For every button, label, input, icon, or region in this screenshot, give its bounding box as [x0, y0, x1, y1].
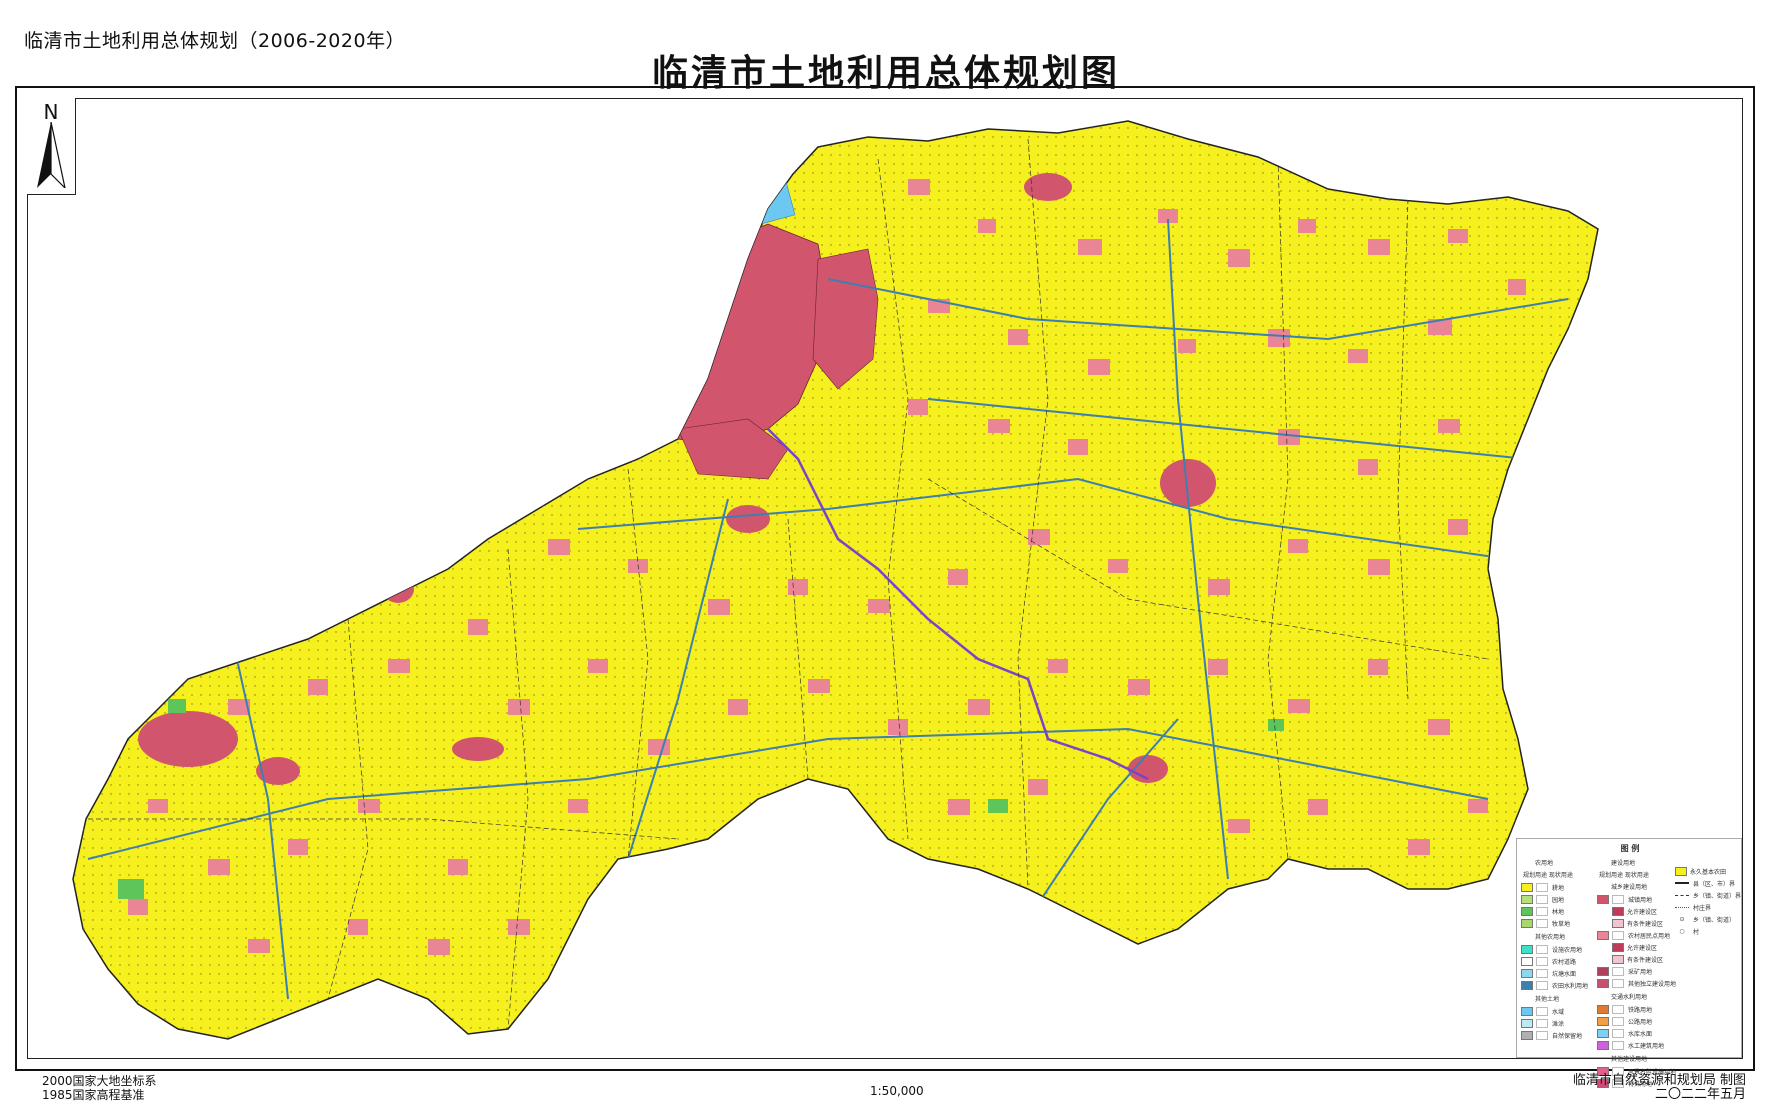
legend-build-col-header: 规划用途 现状用途 [1599, 872, 1649, 879]
legend-item-hydraulic: 水工建筑用地 [1597, 1039, 1673, 1051]
town-central[interactable] [726, 505, 770, 533]
legend-item-village: 农村居民点用地 [1597, 929, 1673, 941]
north-arrow: N [27, 98, 76, 195]
legend-item-highway: 公路用地 [1597, 1015, 1673, 1027]
legend-item-cultivated: 耕地 [1521, 881, 1597, 893]
production-date: 二〇二二年五月 [1654, 1087, 1746, 1102]
legend-item-garden: 园地 [1521, 893, 1597, 905]
north-label: N [43, 100, 59, 124]
legend-panel: 图 例 农用地 规划用途 现状用途 耕地 园地 林地 牧草地 其他农用地 设施农… [1516, 838, 1742, 1088]
map-scale: 1:50,000 [870, 1084, 924, 1098]
legend-build-header: 建设用地 [1611, 860, 1636, 867]
legend-item-allowed-1: 允许建设区 [1597, 905, 1673, 917]
producer: 临清市自然资源和规划局 制图 [1572, 1073, 1746, 1088]
legend-col-agri: 农用地 规划用途 现状用途 耕地 园地 林地 牧草地 其他农用地 设施农用地 农… [1521, 855, 1597, 1041]
footer-left: 2000国家大地坐标系 1985国家高程基准 [42, 1074, 157, 1102]
dot-texture [73, 121, 1598, 1039]
legend-item-irrigation: 农田水利用地 [1521, 979, 1597, 991]
legend-item-reserve: 自然保留地 [1521, 1029, 1597, 1041]
legend-item-water: 水域 [1521, 1005, 1597, 1017]
legend-item-mudflat: 滩涂 [1521, 1017, 1597, 1029]
legend-col-boundary: 永久基本农田 县（区、市）界 乡（镇、街道）界 村庄界 ⊙ 乡（镇、街道） ○ 村 [1675, 865, 1741, 937]
legend-item-pond: 坑塘水面 [1521, 967, 1597, 979]
legend-item-county-boundary: 县（区、市）界 [1675, 877, 1741, 889]
town-south-2[interactable] [452, 737, 504, 761]
legend-transport-header: 交通水利用地 [1611, 994, 1648, 1001]
legend-col-build: 建设用地 规划用途 现状用途 城乡建设用地 城镇用地 允许建设区 有条件建设区 … [1597, 855, 1676, 1089]
legend-item-town-seat: ⊙ 乡（镇、街道） [1679, 915, 1736, 924]
legend-item-rural-road: 农村道路 [1521, 955, 1597, 967]
coord-system: 2000国家大地坐标系 [42, 1074, 157, 1088]
legend-item-basic-farmland: 永久基本农田 [1675, 865, 1741, 877]
legend-item-conditional-1: 有条件建设区 [1597, 917, 1673, 929]
legend-item-urban: 城镇用地 [1597, 893, 1673, 905]
planning-region[interactable] [28, 99, 1742, 1058]
legend-item-mining: 采矿用地 [1597, 965, 1673, 977]
legend-item-independent: 其他独立建设用地 [1597, 977, 1676, 989]
legend-item-grassland: 牧草地 [1521, 917, 1597, 929]
legend-item-reservoir: 水库水面 [1597, 1027, 1673, 1039]
legend-title: 图 例 [1620, 844, 1640, 853]
town-north[interactable] [1024, 173, 1072, 201]
legend-agri-col-header: 规划用途 现状用途 [1523, 872, 1573, 879]
legend-item-village-point: ○ 村 [1679, 927, 1700, 936]
legend-item-conditional-2: 有条件建设区 [1597, 953, 1673, 965]
elevation-datum: 1985国家高程基准 [42, 1088, 145, 1102]
legend-other-build-header: 其他建设用地 [1611, 1056, 1648, 1063]
town-southwest[interactable] [138, 711, 238, 767]
legend-item-forest: 林地 [1521, 905, 1597, 917]
legend-item-allowed-2: 允许建设区 [1597, 941, 1673, 953]
legend-item-facility: 设施农用地 [1521, 943, 1597, 955]
legend-item-railway: 铁路用地 [1597, 1003, 1673, 1015]
legend-item-village-boundary: 村庄界 [1675, 901, 1741, 913]
north-arrow-icon [37, 122, 66, 188]
legend-other-agri-header: 其他农用地 [1535, 934, 1566, 941]
legend-urban-rural-header: 城乡建设用地 [1611, 884, 1648, 891]
legend-other-land-header: 其他土地 [1535, 996, 1560, 1003]
legend-item-town-boundary: 乡（镇、街道）界 [1675, 889, 1741, 901]
footer-right: 临清市自然资源和规划局 制图 二〇二二年五月 [1573, 1074, 1746, 1102]
legend-agri-header: 农用地 [1535, 860, 1554, 867]
map-canvas[interactable] [28, 99, 1742, 1058]
